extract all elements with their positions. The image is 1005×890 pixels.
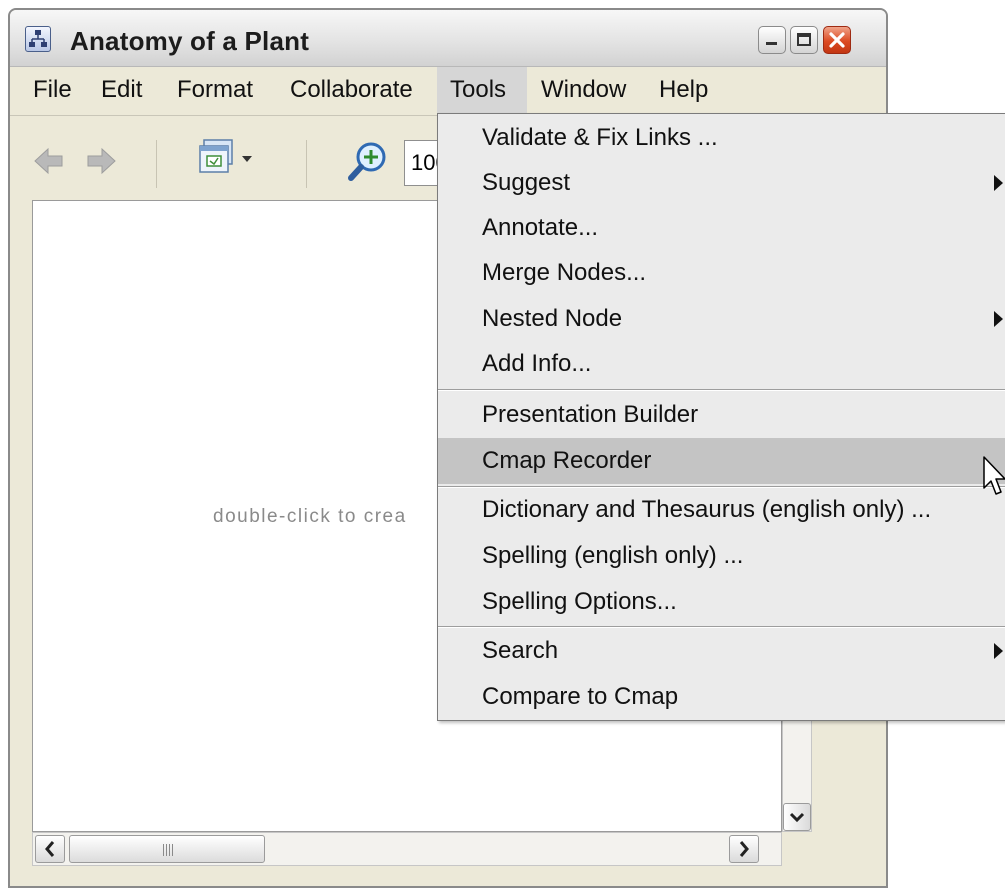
menu-item-label: Compare to Cmap	[482, 683, 679, 710]
menu-edit[interactable]: Edit	[88, 67, 155, 115]
menu-item-label: Nested Node	[482, 305, 623, 332]
submenu-arrow-icon	[994, 643, 1003, 659]
menu-item-nested-node[interactable]: Nested Node	[438, 296, 1005, 342]
menu-item-label: Search	[482, 637, 559, 664]
menu-item-merge-nodes[interactable]: Merge Nodes...	[438, 250, 1005, 296]
menu-collaborate[interactable]: Collaborate	[277, 67, 426, 115]
window-view-icon	[199, 139, 252, 173]
minimize-button[interactable]	[758, 26, 786, 54]
menu-item-cmap-recorder[interactable]: Cmap Recorder	[438, 438, 1005, 484]
scroll-left-button[interactable]	[35, 835, 65, 863]
close-icon	[829, 32, 845, 48]
scroll-right-button[interactable]	[729, 835, 759, 863]
menu-item-label: Add Info...	[482, 350, 592, 377]
toolbar-separator	[306, 140, 307, 188]
menu-item-compare-to-cmap[interactable]: Compare to Cmap	[438, 674, 1005, 720]
screen: Anatomy of a Plant File Edit Format Coll…	[0, 0, 1005, 890]
menu-item-label: Merge Nodes...	[482, 259, 647, 286]
mouse-cursor-icon	[983, 456, 1005, 505]
zoom-button[interactable]	[346, 140, 390, 189]
horizontal-scrollbar[interactable]	[32, 832, 782, 866]
menu-item-label: Suggest	[482, 169, 571, 196]
menu-item-spelling-options[interactable]: Spelling Options...	[438, 579, 1005, 625]
canvas-hint-text: double-click to crea	[213, 506, 407, 527]
menu-tools[interactable]: Tools	[437, 67, 527, 115]
maximize-icon	[797, 33, 811, 46]
menu-item-annotate[interactable]: Annotate...	[438, 205, 1005, 251]
minimize-icon	[766, 42, 777, 45]
menu-item-suggest[interactable]: Suggest	[438, 160, 1005, 206]
menu-window[interactable]: Window	[528, 67, 639, 115]
tools-menu: Validate & Fix Links ... Suggest Annotat…	[437, 113, 1005, 721]
zoom-in-icon	[348, 142, 386, 181]
chevron-left-icon	[45, 841, 55, 857]
back-button[interactable]	[32, 144, 66, 183]
scroll-grip-icon	[163, 844, 175, 856]
menu-item-label: Spelling Options...	[482, 588, 677, 615]
submenu-arrow-icon	[994, 311, 1003, 327]
menu-item-dictionary-thesaurus[interactable]: Dictionary and Thesaurus (english only) …	[438, 487, 1005, 533]
scrollbar-corner	[782, 832, 812, 866]
chevron-down-icon	[789, 812, 805, 823]
cmap-app-icon	[25, 26, 51, 52]
menu-item-search[interactable]: Search	[438, 628, 1005, 674]
menu-item-label: Validate & Fix Links ...	[482, 124, 718, 151]
maximize-button[interactable]	[790, 26, 818, 54]
back-arrow-icon	[34, 147, 63, 175]
menu-item-label: Presentation Builder	[482, 401, 699, 428]
menu-item-label: Annotate...	[482, 214, 599, 241]
menu-item-validate-fix-links[interactable]: Validate & Fix Links ...	[438, 115, 1005, 161]
menu-item-add-info[interactable]: Add Info...	[438, 341, 1005, 387]
forward-button[interactable]	[84, 144, 118, 183]
scroll-down-button[interactable]	[783, 803, 811, 831]
menu-item-spelling[interactable]: Spelling (english only) ...	[438, 533, 1005, 579]
toolbar-separator	[156, 140, 157, 188]
submenu-arrow-icon	[994, 175, 1003, 191]
title-bar[interactable]: Anatomy of a Plant	[10, 10, 886, 67]
forward-arrow-icon	[87, 147, 116, 175]
menu-separator	[438, 389, 1005, 391]
window-title: Anatomy of a Plant	[70, 26, 310, 56]
menu-format[interactable]: Format	[164, 67, 266, 115]
menu-bar: File Edit Format Collaborate Tools Windo…	[10, 67, 886, 116]
menu-item-presentation-builder[interactable]: Presentation Builder	[438, 392, 1005, 438]
horizontal-scroll-thumb[interactable]	[69, 835, 265, 863]
menu-item-label: Spelling (english only) ...	[482, 542, 744, 569]
close-button[interactable]	[823, 26, 851, 54]
menu-help[interactable]: Help	[646, 67, 721, 115]
menu-item-label: Cmap Recorder	[482, 447, 652, 474]
menu-item-label: Dictionary and Thesaurus (english only) …	[482, 496, 932, 523]
view-dropdown-button[interactable]	[198, 136, 262, 185]
menu-file[interactable]: File	[20, 67, 85, 115]
chevron-right-icon	[739, 841, 749, 857]
